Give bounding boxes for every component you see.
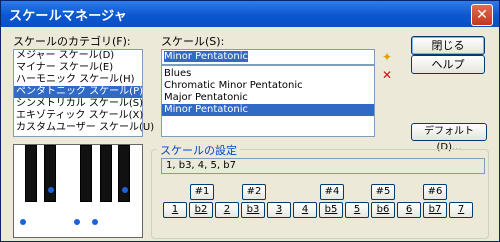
category-item[interactable]: ハーモニック スケール(H) [14,74,142,86]
degree-label: b6 [376,204,390,215]
black-key[interactable] [25,145,37,202]
window-title: スケールマネージャ [9,9,127,24]
degree-button[interactable]: b5 [319,202,343,218]
scale-note-dot [92,219,98,225]
degree-button[interactable]: b2 [189,202,213,218]
degree-button[interactable]: 5 [345,202,369,218]
degree-label: b3 [246,204,260,215]
close-icon[interactable]: ✕ [471,4,493,26]
category-list[interactable]: メジャー スケール(D) マイナー スケール(E) ハーモニック スケール(H) ペン… [13,49,154,137]
scale-formula-field: 1, b3, 4, 5, b7 [161,158,485,174]
degree-label: 4 [301,204,309,215]
black-key[interactable] [44,145,56,202]
default-button[interactable]: デフォルト(D)... [411,123,487,153]
scale-name-value: Minor Pentatonic [164,51,249,62]
scale-list-item[interactable]: Blues [162,68,374,80]
scale-name-input[interactable]: Minor Pentatonic [161,49,375,65]
category-item[interactable]: ペンタトニック スケール(P) [14,86,143,98]
category-item[interactable]: マイナー スケール(E) [14,62,142,74]
sharp-degree-button[interactable]: #5 [371,184,395,200]
sharp-degree-button[interactable]: #6 [423,184,447,200]
scale-note-dot [48,187,54,193]
degree-label: b5 [324,204,338,215]
degree-button[interactable]: 4 [293,202,317,218]
title-bar[interactable]: スケールマネージャ ✕ [1,1,499,27]
scale-note-dot [74,219,80,225]
scale-list-item[interactable]: Chromatic Minor Pentatonic [162,80,374,92]
degree-button[interactable]: 2 [215,202,239,218]
degree-label: 6 [405,204,413,215]
sharp-degree-button[interactable]: #1 [190,184,214,200]
star-add-icon[interactable]: ✦ [379,49,395,65]
scale-note-dot [122,187,128,193]
degree-button[interactable]: b7 [423,202,447,218]
degree-label: b2 [194,204,208,215]
degree-button[interactable]: 3 [267,202,291,218]
scale-list[interactable]: Blues Chromatic Minor Pentatonic Major Pen… [161,65,375,137]
scale-settings-label: スケールの設定 [157,142,240,158]
help-button[interactable]: ヘルプ [411,55,485,74]
black-key[interactable] [118,145,130,202]
piano-keyboard[interactable] [13,144,143,238]
black-key[interactable] [80,145,92,202]
black-key[interactable] [100,145,112,202]
sharp-degree-button[interactable]: #4 [320,184,344,200]
degree-button[interactable]: 7 [449,202,473,218]
degree-label: 5 [353,204,361,215]
scale-list-item[interactable]: Major Pentatonic [162,92,374,104]
degree-button[interactable]: 1 [163,202,187,218]
scale-manager-window: スケールマネージャ ✕ スケールのカテゴリ(F): メジャー スケール(D) マイ… [0,0,500,242]
degree-button[interactable]: b6 [371,202,395,218]
scale-label: スケール(S): [161,35,225,48]
degree-label: b7 [428,204,442,215]
delete-x-icon[interactable]: ✕ [379,67,395,83]
degree-label: 2 [223,204,231,215]
scale-list-item[interactable]: Minor Pentatonic [162,104,374,116]
degree-button[interactable]: b3 [241,202,265,218]
close-button[interactable]: 閉じる [411,36,485,55]
degree-button[interactable]: 6 [397,202,421,218]
degree-label: 7 [457,204,465,215]
degree-label: 1 [171,204,179,215]
category-item[interactable]: シンメトリカル スケール(S) [14,98,143,110]
category-item[interactable]: カスタムユーザー スケール(U) [14,122,154,134]
category-item[interactable]: メジャー スケール(D) [14,50,142,62]
degree-label: 3 [275,204,283,215]
category-item[interactable]: エキゾティック スケール(X) [14,110,143,122]
scale-note-dot [20,219,26,225]
sharp-degree-button[interactable]: #2 [242,184,266,200]
category-label: スケールのカテゴリ(F): [13,35,131,48]
